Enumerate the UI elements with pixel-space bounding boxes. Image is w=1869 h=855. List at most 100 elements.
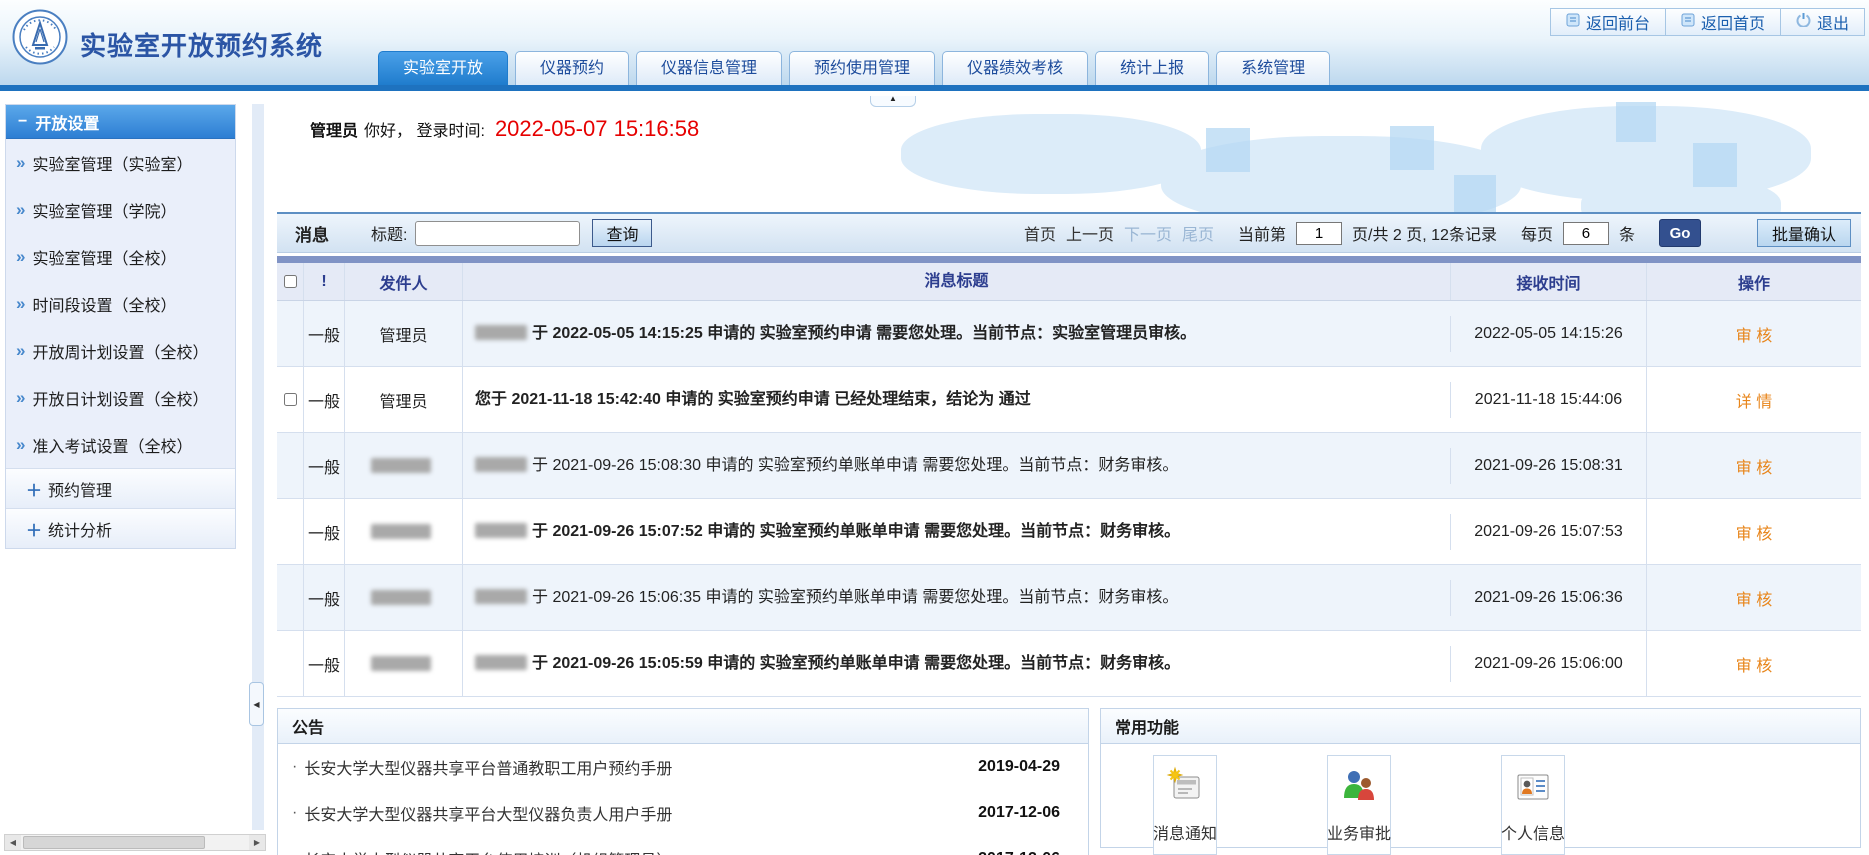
announcement-item[interactable]: · 长安大学大型仪器共享平台普通教职工用户预约手册 2019-04-29	[278, 744, 1088, 790]
priority-badge: 一般	[304, 367, 345, 432]
document-icon	[1681, 13, 1695, 32]
sidebar-item-label: 准入考试设置（全校）	[32, 433, 192, 457]
double-chevron-icon: »	[16, 294, 25, 314]
title-search-input[interactable]	[415, 221, 580, 246]
row-checkbox[interactable]	[284, 393, 297, 406]
message-row: 一般 于 2021-09-26 15:06:35 申请的 实验室预约单账单申请 …	[277, 565, 1861, 631]
bullet-icon: ·	[292, 850, 297, 855]
priority-badge: 一般	[304, 433, 345, 498]
receive-time: 2022-05-05 14:15:26	[1451, 301, 1647, 366]
sidebar-section-open-settings[interactable]: − 开放设置	[6, 105, 235, 139]
sender-cell	[345, 433, 463, 498]
nav-tab[interactable]: 实验室开放	[378, 51, 508, 85]
message-notification-icon	[1165, 756, 1205, 811]
batch-confirm-button[interactable]: 批量确认	[1757, 219, 1851, 247]
app-header: 实验室开放预约系统 返回前台 返回首页 退出 实验室开放	[0, 0, 1869, 85]
announcements-title: 公告	[278, 709, 1088, 744]
nav-tab-label: 仪器信息管理	[661, 60, 757, 77]
message-title-cell[interactable]: 于 2021-09-26 15:08:30 申请的 实验室预约单账单申请 需要您…	[463, 448, 1451, 484]
quick-business-approval[interactable]: 业务审批	[1327, 755, 1391, 855]
message-row: 一般 于 2021-09-26 15:08:30 申请的 实验室预约单账单申请 …	[277, 433, 1861, 499]
message-title-cell[interactable]: 您于 2021-11-18 15:42:40 申请的 实验室预约申请 已经处理结…	[463, 382, 1451, 418]
double-chevron-icon: »	[16, 435, 25, 455]
next-page-link[interactable]: 下一页	[1124, 221, 1172, 245]
header-links: 返回前台 返回首页 退出	[1551, 8, 1865, 36]
sender-cell: 管理员	[345, 367, 463, 432]
sidebar-item[interactable]: » 时间段设置（全校）	[6, 280, 235, 327]
sidebar-section-collapsed[interactable]: ＋ 统计分析	[6, 508, 235, 548]
quick-functions-body: 消息通知 业务审批	[1101, 744, 1860, 855]
quick-message-notify[interactable]: 消息通知	[1153, 755, 1217, 855]
nav-tab[interactable]: 仪器信息管理	[636, 51, 782, 85]
sidebar-section-label: 统计分析	[48, 517, 112, 541]
sidebar-section-collapsed[interactable]: ＋ 预约管理	[6, 468, 235, 508]
message-title-text: 于 2021-09-26 15:05:59 申请的 实验室预约单账单申请 需要您…	[532, 655, 1180, 672]
collapse-banner-button[interactable]: ▲	[870, 96, 916, 107]
row-action-link[interactable]: 审 核	[1736, 586, 1772, 610]
col-sender: 发件人	[345, 263, 463, 300]
scroll-right-arrow-icon[interactable]: ▶	[249, 835, 265, 850]
redacted-name	[475, 457, 527, 472]
announcement-item[interactable]: · 长安大学大型仪器共享平台大型仪器负责人用户手册 2017-12-06	[278, 790, 1088, 836]
message-title-cell[interactable]: 于 2022-05-05 14:15:25 申请的 实验室预约申请 需要您处理。…	[463, 316, 1451, 352]
current-page-input[interactable]	[1296, 222, 1342, 245]
scroll-left-arrow-icon[interactable]: ◀	[5, 835, 21, 850]
double-chevron-icon: »	[16, 200, 25, 220]
priority-badge: 一般	[304, 301, 345, 366]
sidebar-item[interactable]: » 准入考试设置（全校）	[6, 421, 235, 468]
double-chevron-icon: »	[16, 388, 25, 408]
announcement-date: 2017-12-06	[978, 850, 1060, 855]
quick-functions-panel: 常用功能 消息通知	[1100, 708, 1861, 848]
sidebar-item[interactable]: » 实验室管理（学院）	[6, 186, 235, 233]
nav-tab[interactable]: 仪器预约	[515, 51, 629, 85]
collapse-sidebar-button[interactable]: ◀	[249, 682, 264, 726]
prev-page-link[interactable]: 上一页	[1066, 221, 1114, 245]
per-page-input[interactable]	[1563, 222, 1609, 245]
back-to-home-button[interactable]: 返回首页	[1665, 8, 1781, 36]
row-action-link[interactable]: 审 核	[1736, 652, 1772, 676]
quick-item-label: 个人信息	[1501, 820, 1565, 844]
nav-tab-label: 预约使用管理	[814, 60, 910, 77]
announcement-item[interactable]: · 长安大学大型仪器共享平台使用培训（机组管理员） 2017-12-06	[278, 836, 1088, 855]
go-button[interactable]: Go	[1659, 219, 1701, 247]
nav-tab[interactable]: 系统管理	[1216, 51, 1330, 85]
query-button[interactable]: 查询	[592, 219, 652, 247]
message-row: 一般 于 2021-09-26 15:05:59 申请的 实验室预约单账单申请 …	[277, 631, 1861, 697]
nav-tab[interactable]: 仪器绩效考核	[942, 51, 1088, 85]
expand-plus-icon: ＋	[26, 477, 42, 501]
nav-tab[interactable]: 统计上报	[1095, 51, 1209, 85]
row-action-link[interactable]: 审 核	[1736, 454, 1772, 478]
col-time: 接收时间	[1451, 263, 1647, 300]
sidebar-item[interactable]: » 开放日计划设置（全校）	[6, 374, 235, 421]
message-title-cell[interactable]: 于 2021-09-26 15:07:52 申请的 实验室预约单账单申请 需要您…	[463, 514, 1451, 550]
announcements-panel: 公告 · 长安大学大型仪器共享平台普通教职工用户预约手册 2019-04-29 …	[277, 708, 1089, 855]
back-to-front-button[interactable]: 返回前台	[1550, 8, 1666, 36]
sidebar: − 开放设置 » 实验室管理（实验室） » 实验室管理（学院） » 实验室管理（…	[5, 104, 236, 549]
main-content: 管理员 你好， 登录时间: 2022-05-07 15:16:58 ▲ 消息 标…	[272, 96, 1861, 855]
last-page-link[interactable]: 尾页	[1182, 221, 1214, 245]
current-user: 管理员	[310, 117, 358, 141]
first-page-link[interactable]: 首页	[1024, 221, 1056, 245]
row-action-link[interactable]: 详 情	[1736, 388, 1772, 412]
message-title-text: 于 2022-05-05 14:15:25 申请的 实验室预约申请 需要您处理。…	[532, 325, 1196, 342]
sidebar-item[interactable]: » 实验室管理（全校）	[6, 233, 235, 280]
select-all-checkbox[interactable]	[284, 275, 297, 288]
nav-tab[interactable]: 预约使用管理	[789, 51, 935, 85]
collapse-minus-icon: −	[18, 113, 27, 131]
sidebar-item[interactable]: » 开放周计划设置（全校）	[6, 327, 235, 374]
scrollbar-thumb[interactable]	[23, 836, 205, 849]
announcement-text: 长安大学大型仪器共享平台使用培训（机组管理员）	[304, 847, 672, 855]
sidebar-item[interactable]: » 实验室管理（实验室）	[6, 139, 235, 186]
col-title: 消息标题	[463, 263, 1451, 300]
row-action-link[interactable]: 审 核	[1736, 322, 1772, 346]
col-priority: !	[304, 263, 345, 300]
quick-item-label: 业务审批	[1327, 820, 1391, 844]
quick-personal-info[interactable]: 个人信息	[1501, 755, 1565, 855]
message-row: 一般 于 2021-09-26 15:07:52 申请的 实验室预约单账单申请 …	[277, 499, 1861, 565]
row-action-link[interactable]: 审 核	[1736, 520, 1772, 544]
message-title-cell[interactable]: 于 2021-09-26 15:06:35 申请的 实验室预约单账单申请 需要您…	[463, 580, 1451, 616]
logout-button[interactable]: 退出	[1780, 8, 1865, 36]
sidebar-scrollbar[interactable]: ◀ ▶	[4, 834, 266, 851]
message-title-cell[interactable]: 于 2021-09-26 15:05:59 申请的 实验室预约单账单申请 需要您…	[463, 646, 1451, 682]
announcement-date: 2019-04-29	[978, 758, 1060, 776]
